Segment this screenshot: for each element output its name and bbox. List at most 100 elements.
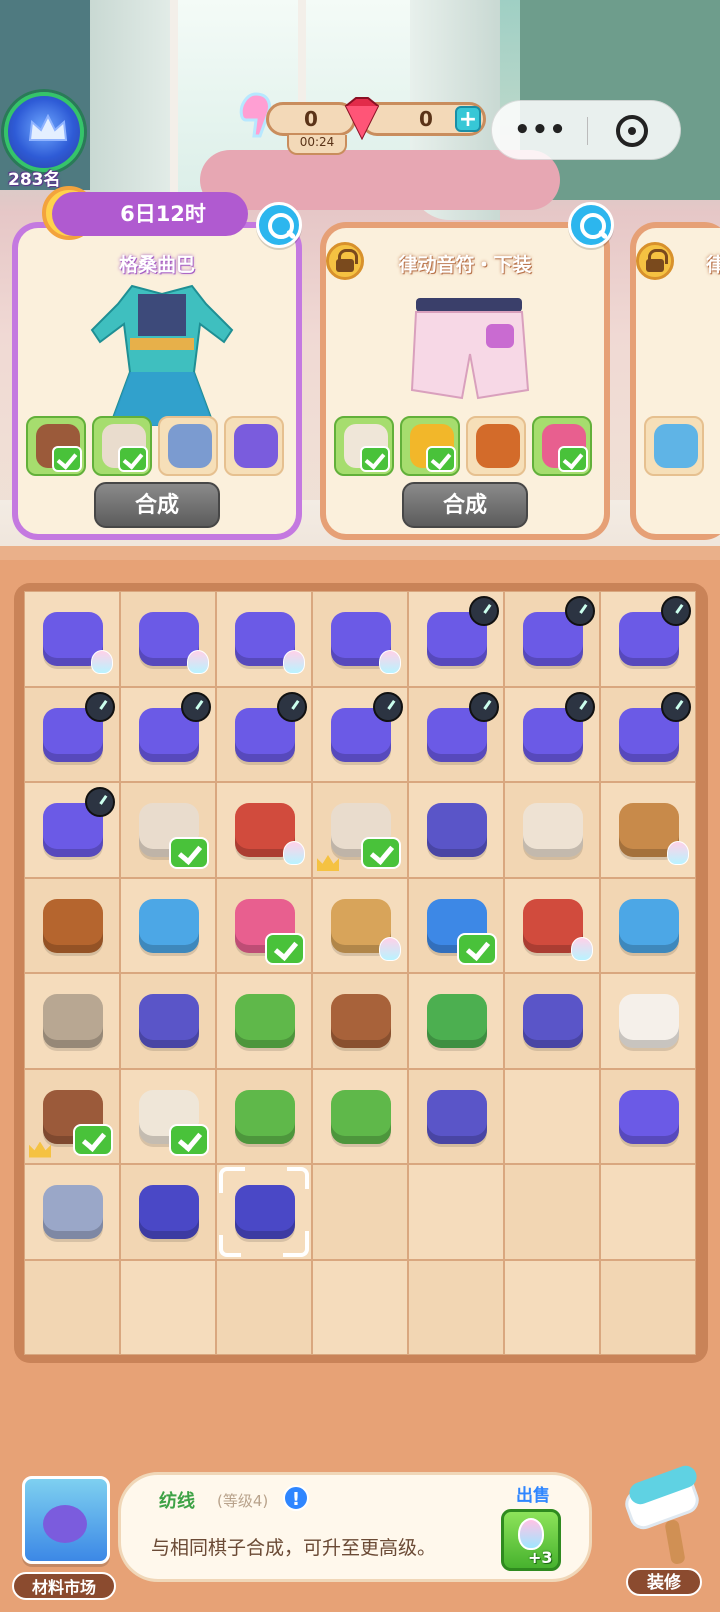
board-cell[interactable] [216,973,312,1069]
towel-basket-icon[interactable] [317,795,401,871]
board-cell[interactable] [408,877,504,973]
board-cell[interactable] [24,973,120,1069]
board-cell[interactable] [408,1068,504,1164]
board-cell-selected[interactable] [216,1164,312,1260]
material-market-button[interactable]: 材料市场 [12,1476,116,1606]
gold-crate-icon[interactable] [421,891,497,965]
cotton-roll-icon[interactable] [517,795,589,865]
board-cell[interactable] [504,1068,600,1164]
board-cell[interactable] [24,686,120,782]
order-card-2[interactable]: 律动音符・下装 合成 [320,222,610,540]
board-cell[interactable] [24,591,120,687]
sewing-box-icon[interactable] [37,787,115,865]
craft-button[interactable]: 合成 [94,482,220,528]
material-slot-towel-roll[interactable] [92,416,152,476]
material-slot-fabric-stack[interactable] [644,416,704,476]
more-icon[interactable]: ••• [514,115,567,145]
board-cell[interactable] [312,782,408,878]
magnify-icon[interactable] [568,202,614,248]
sewing-box-icon[interactable] [133,604,209,674]
board-cell[interactable] [312,1164,408,1260]
add-gems-button[interactable]: + [455,106,481,132]
close-miniprogram-icon[interactable] [616,115,648,147]
board-cell[interactable] [216,591,312,687]
board-cell[interactable] [600,1164,696,1260]
bag-icon[interactable] [29,1082,113,1158]
stone-bucket-icon[interactable] [133,891,205,961]
board-cell[interactable] [408,1164,504,1260]
thread-spinner-icon[interactable] [133,986,205,1056]
sewing-box-icon[interactable] [613,596,691,674]
thread-roll-icon[interactable] [133,1177,205,1247]
board-cell[interactable] [504,973,600,1069]
material-slot-towel[interactable] [334,416,394,476]
order-card-1[interactable]: 格桑曲巴 合成 [12,222,302,540]
board-cell[interactable] [408,686,504,782]
sewing-box-icon[interactable] [133,691,211,770]
board-cell[interactable] [24,782,120,878]
sewing-box-icon[interactable] [229,691,307,770]
board-cell[interactable] [504,877,600,973]
sewing-box-icon[interactable] [325,604,401,674]
pink-sewing-machine-icon[interactable] [229,891,305,965]
material-slot-stone-block[interactable] [158,416,218,476]
sewing-box-icon[interactable] [325,691,403,770]
board-cell[interactable] [24,1068,120,1164]
material-slot-wood-bundle[interactable] [466,416,526,476]
info-icon[interactable]: ! [283,1485,309,1511]
seed-sack-icon[interactable] [325,891,401,961]
board-cell[interactable] [600,973,696,1069]
board-cell[interactable] [504,1164,600,1260]
board-cell[interactable] [24,1164,120,1260]
board-cell[interactable] [504,591,600,687]
board-cell[interactable] [312,877,408,973]
board-cell[interactable] [120,973,216,1069]
board-cell[interactable] [312,686,408,782]
wood-planks-icon[interactable] [37,891,109,961]
board-cell[interactable] [504,782,600,878]
towel-roll-icon[interactable] [133,1082,209,1156]
board-cell[interactable] [24,877,120,973]
board-cell[interactable] [120,1259,216,1355]
material-slot-gold-bars[interactable] [400,416,460,476]
sewing-box-icon[interactable] [421,691,499,770]
board-cell[interactable] [312,591,408,687]
sewing-box-icon[interactable] [613,691,691,770]
seed-leaf-icon[interactable] [229,986,301,1056]
sewing-machine-icon[interactable] [421,795,493,865]
board-cell[interactable] [24,1259,120,1355]
yarn-basket-icon[interactable] [421,1082,493,1152]
board-cell[interactable] [408,591,504,687]
sprout-pot-icon[interactable] [229,1082,301,1152]
board-cell[interactable] [216,1068,312,1164]
craft-button[interactable]: 合成 [402,482,528,528]
stones-icon[interactable] [37,986,109,1056]
material-slot-bag[interactable] [26,416,86,476]
sewing-box-icon[interactable] [229,604,305,674]
decorate-button[interactable]: 装修 [616,1462,712,1608]
board-cell[interactable] [216,782,312,878]
soil-bowl-icon[interactable] [421,986,493,1056]
miniprogram-capsule[interactable]: ••• [491,100,681,160]
cotton-icon[interactable] [613,986,685,1056]
cotton-crate-icon[interactable] [325,986,397,1056]
magnify-icon[interactable] [256,202,302,248]
board-cell[interactable] [600,1068,696,1164]
board-cell[interactable] [504,686,600,782]
board-cell[interactable] [600,686,696,782]
board-cell[interactable] [504,1259,600,1355]
sprout-crate-icon[interactable] [613,795,689,865]
board-cell[interactable] [408,782,504,878]
sewing-box-icon[interactable] [517,691,595,770]
stone-cart-icon[interactable] [613,891,685,961]
board-cell[interactable] [216,686,312,782]
board-cell[interactable] [408,973,504,1069]
board-cell[interactable] [120,877,216,973]
sell-button[interactable]: +3 [501,1509,561,1571]
loom-icon[interactable] [517,986,589,1056]
sewing-box-icon[interactable] [421,596,499,674]
thread-spool-icon[interactable] [229,1177,301,1247]
needle-icon[interactable] [37,1177,109,1247]
wood-bundle-box-icon[interactable] [517,891,593,961]
flower-pot-icon[interactable] [325,1082,397,1152]
